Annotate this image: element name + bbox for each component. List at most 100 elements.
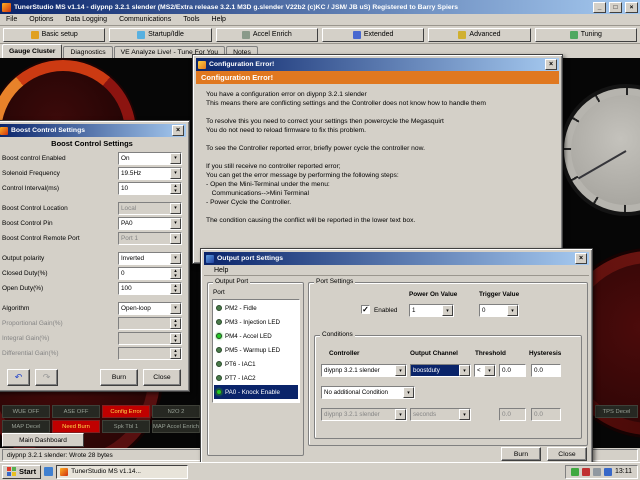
open-duty-spinner[interactable]: 100 bbox=[118, 282, 182, 295]
boost-pin-combo[interactable]: PA0 bbox=[118, 217, 182, 230]
menu-help-output[interactable]: Help bbox=[208, 267, 234, 274]
power-on-value-combo[interactable]: 1 bbox=[409, 304, 454, 317]
menu-bar: File Options Data Logging Communications… bbox=[0, 14, 640, 26]
tab-diagnostics[interactable]: Diagnostics bbox=[63, 46, 112, 58]
boost-enabled-combo[interactable]: On bbox=[118, 152, 182, 165]
tuning-label: Tuning bbox=[581, 31, 602, 38]
spinner-arrows-icon[interactable] bbox=[170, 283, 181, 294]
port-item-pm2[interactable]: PM2 - Fidle bbox=[214, 301, 298, 315]
config-error-title: Configuration Error! bbox=[209, 61, 542, 68]
algorithm-combo[interactable]: Open-loop bbox=[118, 302, 182, 315]
menu-help[interactable]: Help bbox=[206, 16, 232, 23]
tray-icon-1[interactable] bbox=[571, 468, 579, 476]
field-label: Boost Control Pin bbox=[2, 220, 118, 227]
control-interval-spinner[interactable]: 10 bbox=[118, 182, 182, 195]
tab-main-dashboard[interactable]: Main Dashboard bbox=[2, 433, 84, 447]
additional-condition-combo[interactable]: No additional Condition bbox=[321, 386, 415, 399]
advanced-button[interactable]: Advanced bbox=[428, 28, 530, 42]
spinner-arrows-icon[interactable] bbox=[170, 268, 181, 279]
port-list[interactable]: PM2 - Fidle PM3 - Injection LED PM4 - Ac… bbox=[212, 299, 300, 403]
tuning-button[interactable]: Tuning bbox=[535, 28, 637, 42]
output-close-button[interactable]: Close bbox=[547, 447, 587, 461]
port-item-pm5[interactable]: PM5 - Warmup LED bbox=[214, 343, 298, 357]
chevron-down-icon[interactable] bbox=[170, 168, 181, 179]
output-dialog-close-icon[interactable] bbox=[575, 253, 587, 264]
maximize-button[interactable]: □ bbox=[609, 2, 622, 13]
undo-icon bbox=[15, 372, 23, 383]
chevron-down-icon[interactable] bbox=[170, 253, 181, 264]
conditions-group: Conditions Controller Output Channel Thr… bbox=[314, 335, 582, 439]
boost-dialog-close-icon[interactable] bbox=[172, 125, 184, 136]
undo-button[interactable] bbox=[7, 369, 30, 386]
chevron-down-icon[interactable] bbox=[395, 365, 406, 376]
field-label: Boost Control Remote Port bbox=[2, 235, 118, 242]
port-item-pt6[interactable]: PT6 - IAC1 bbox=[214, 357, 298, 371]
led-icon bbox=[216, 333, 222, 339]
trigger-value-combo[interactable]: 0 bbox=[479, 304, 519, 317]
led-icon bbox=[216, 347, 222, 353]
enabled-checkbox[interactable] bbox=[361, 305, 370, 314]
chevron-down-icon[interactable] bbox=[170, 303, 181, 314]
config-error-close-icon[interactable] bbox=[545, 59, 557, 70]
clock: 13:11 bbox=[615, 468, 632, 475]
boost-dialog-titlebar[interactable]: Boost Control Settings bbox=[0, 124, 186, 137]
condition1-comparator-combo[interactable]: < bbox=[474, 364, 496, 377]
startup-idle-button[interactable]: Startup/Idle bbox=[109, 28, 211, 42]
chevron-down-icon[interactable] bbox=[442, 305, 453, 316]
chevron-down-icon[interactable] bbox=[507, 305, 518, 316]
solenoid-frequency-combo[interactable]: 19.5Hz bbox=[118, 167, 182, 180]
extended-button[interactable]: Extended bbox=[322, 28, 424, 42]
field-label: Proportional Gain(%) bbox=[2, 320, 118, 327]
condition1-threshold-field[interactable]: 0.0 bbox=[499, 364, 526, 377]
minimize-button[interactable]: _ bbox=[593, 2, 606, 13]
closed-duty-spinner[interactable]: 0 bbox=[118, 267, 182, 280]
field-label: Closed Duty(%) bbox=[2, 270, 118, 277]
condition1-controller-combo[interactable]: diypnp 3.2.1 slender bbox=[321, 364, 407, 377]
tab-gauge-cluster[interactable]: Gauge Cluster bbox=[2, 44, 62, 58]
redo-button[interactable] bbox=[35, 369, 58, 386]
boost-field-control-interval: Control Interval(ms) 10 bbox=[0, 181, 186, 196]
menu-data-logging[interactable]: Data Logging bbox=[59, 16, 113, 23]
output-polarity-combo[interactable]: Inverted bbox=[118, 252, 182, 265]
tray-icon-2[interactable] bbox=[582, 468, 590, 476]
menu-tools[interactable]: Tools bbox=[177, 16, 205, 23]
boost-close-button[interactable]: Close bbox=[143, 369, 181, 386]
chevron-down-icon[interactable] bbox=[170, 153, 181, 164]
condition1-channel-combo[interactable]: boostduty bbox=[410, 364, 471, 377]
indicator-map-accel: MAP Accel Enrich bbox=[152, 420, 200, 433]
accel-enrich-button[interactable]: Accel Enrich bbox=[216, 28, 318, 42]
menu-file[interactable]: File bbox=[0, 16, 23, 23]
port-item-pm4[interactable]: PM4 - Accel LED bbox=[214, 329, 298, 343]
boost-burn-button[interactable]: Burn bbox=[100, 369, 138, 386]
config-error-line: You have a configuration error on diypnp… bbox=[206, 90, 549, 99]
windows-logo-icon bbox=[7, 467, 16, 476]
tuning-icon bbox=[570, 31, 578, 39]
output-dialog-titlebar[interactable]: Output port Settings bbox=[204, 252, 589, 265]
window-titlebar[interactable]: TunerStudio MS v1.14 - diypnp 3.2.1 slen… bbox=[0, 0, 640, 14]
port-item-pt7[interactable]: PT7 - IAC2 bbox=[214, 371, 298, 385]
basic-setup-button[interactable]: Basic setup bbox=[3, 28, 105, 42]
config-error-titlebar[interactable]: Configuration Error! bbox=[196, 58, 559, 71]
condition2-hysteresis-field: 0.0 bbox=[531, 408, 561, 421]
chevron-down-icon[interactable] bbox=[170, 218, 181, 229]
condition1-hysteresis-field[interactable]: 0.0 bbox=[531, 364, 561, 377]
start-button[interactable]: Start bbox=[2, 465, 41, 479]
spinner-arrows-icon bbox=[170, 318, 181, 329]
field-label: Open Duty(%) bbox=[2, 285, 118, 292]
port-item-pa0[interactable]: PA0 - Knock Enable bbox=[214, 385, 298, 399]
output-burn-button[interactable]: Burn bbox=[501, 447, 541, 461]
quick-launch-icon[interactable] bbox=[44, 467, 53, 476]
menu-communications[interactable]: Communications bbox=[113, 16, 177, 23]
close-button[interactable]: × bbox=[625, 2, 638, 13]
output-dialog-body: Output Port Port PM2 - Fidle PM3 - Injec… bbox=[204, 276, 589, 462]
chevron-down-icon[interactable] bbox=[403, 387, 414, 398]
taskbar-task-tunerstudio[interactable]: TunerStudio MS v1.14... bbox=[56, 465, 188, 479]
tray-icon-4[interactable] bbox=[604, 468, 612, 476]
menu-options[interactable]: Options bbox=[23, 16, 59, 23]
toolbar: Basic setup Startup/Idle Accel Enrich Ex… bbox=[0, 26, 640, 44]
port-item-pm3[interactable]: PM3 - Injection LED bbox=[214, 315, 298, 329]
tray-icon-3[interactable] bbox=[593, 468, 601, 476]
chevron-down-icon[interactable] bbox=[459, 365, 470, 376]
spinner-arrows-icon[interactable] bbox=[170, 183, 181, 194]
chevron-down-icon[interactable] bbox=[484, 365, 495, 376]
